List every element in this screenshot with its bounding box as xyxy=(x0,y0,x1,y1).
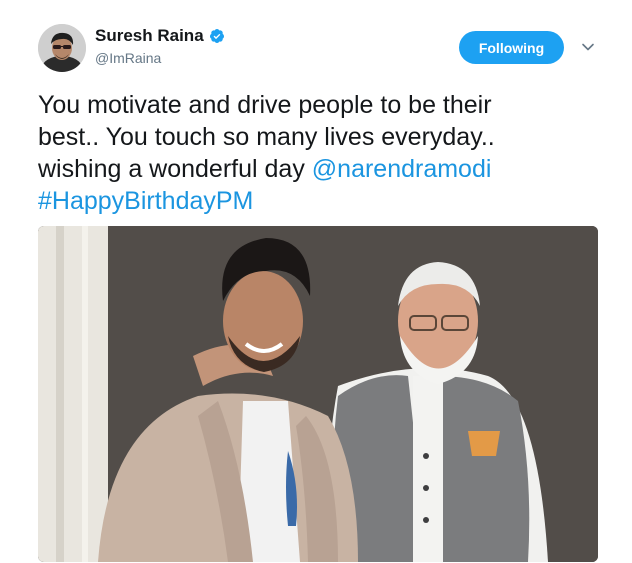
tweet-text-line-1: You motivate and drive people to be thei… xyxy=(38,91,492,119)
tweet-text: You motivate and drive people to be thei… xyxy=(38,89,608,217)
author-name[interactable]: Suresh Raina xyxy=(95,26,204,46)
tweet-header: Suresh Raina @ImRaina Following xyxy=(0,0,632,80)
hashtag-link[interactable]: #HappyBirthdayPM xyxy=(38,187,253,215)
chevron-down-icon[interactable] xyxy=(581,40,595,54)
author-handle[interactable]: @ImRaina xyxy=(95,50,161,66)
avatar[interactable] xyxy=(38,24,86,72)
tweet-photo[interactable] xyxy=(38,226,598,562)
tweet-text-line-2: best.. You touch so many lives everyday.… xyxy=(38,123,495,151)
mention-link[interactable]: @narendramodi xyxy=(312,155,492,183)
tweet-text-line-3: wishing a wonderful day xyxy=(38,155,312,183)
verified-badge-icon xyxy=(209,29,224,43)
following-button[interactable]: Following xyxy=(459,31,564,64)
author-name-row: Suresh Raina xyxy=(95,26,225,46)
photo-illustration xyxy=(38,226,598,562)
